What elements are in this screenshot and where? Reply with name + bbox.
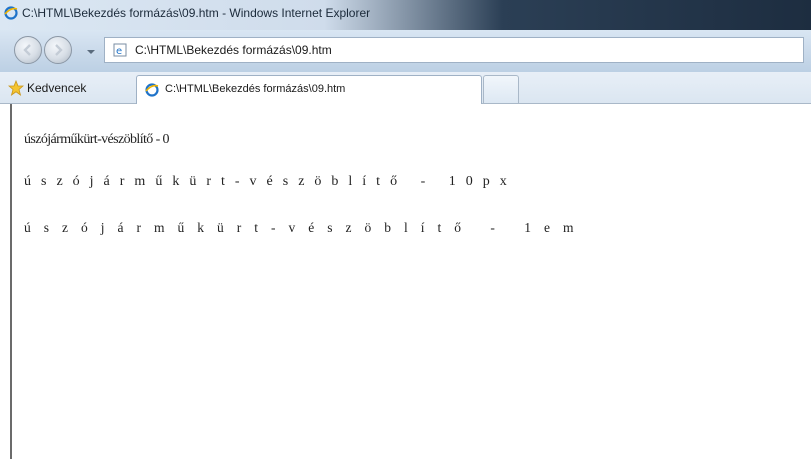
ie-window: C:\HTML\Bekezdés formázás\09.htm - Windo… [0,0,811,459]
address-bar[interactable]: e C:\HTML\Bekezdés formázás\09.htm [104,37,804,63]
favorites-star-icon[interactable] [7,79,25,96]
back-button[interactable] [14,36,42,64]
forward-button[interactable] [44,36,72,64]
address-text[interactable]: C:\HTML\Bekezdés formázás\09.htm [135,43,332,57]
page-content: úszójárműkürt-vészöblítő - 0 úszójárműkü… [10,104,811,459]
forward-icon [55,44,63,56]
ie-icon [4,6,18,20]
paragraph-spacing-0: úszójárműkürt-vészöblítő - 0 [24,132,170,147]
title-bar[interactable]: C:\HTML\Bekezdés formázás\09.htm - Windo… [0,0,811,30]
paragraph-spacing-1em: úszójárműkürt-vészöblítő - 1em [24,220,587,235]
tab-active[interactable]: C:\HTML\Bekezdés formázás\09.htm [136,75,482,104]
dropdown-arrow-icon[interactable] [86,44,96,54]
navigation-bar: e C:\HTML\Bekezdés formázás\09.htm [0,30,811,72]
back-icon [23,44,31,56]
paragraph-spacing-10px: úszójárműkürt-vészöblítő - 10px [24,174,517,189]
favorites-button[interactable]: Kedvencek [27,81,86,95]
new-tab-button[interactable] [483,75,519,103]
ie-page-icon: e [113,43,127,57]
favorites-tab-bar: Kedvencek C:\HTML\Bekezdés formázás\09.h… [0,72,811,104]
ie-icon [145,83,159,97]
tab-label: C:\HTML\Bekezdés formázás\09.htm [165,83,346,95]
svg-text:e: e [116,46,122,57]
window-title: C:\HTML\Bekezdés formázás\09.htm - Windo… [22,6,371,20]
